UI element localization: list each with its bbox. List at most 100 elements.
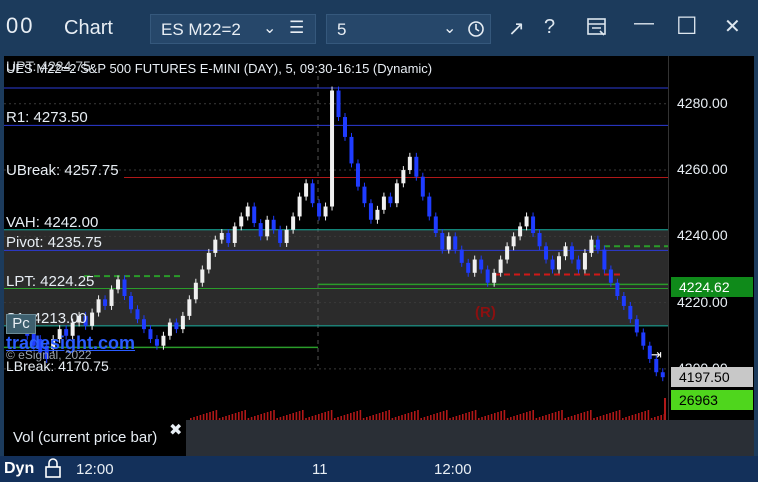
candle-body — [524, 216, 529, 227]
volume-bar — [503, 410, 506, 420]
candle-body — [226, 233, 231, 243]
volume-bar — [385, 411, 387, 420]
candle-body — [213, 239, 218, 253]
volume-bar — [410, 412, 413, 420]
volume-bar — [388, 410, 390, 420]
time-axis[interactable]: Dyn 12:00 11 12:00 — [0, 456, 758, 482]
candle-body — [544, 246, 549, 260]
symbol-value[interactable]: ES M22=2 — [161, 20, 241, 40]
candle-body — [304, 183, 309, 197]
candle-body — [154, 339, 159, 346]
candle-body — [161, 335, 166, 346]
app-icon: 00 — [6, 13, 35, 38]
candle-body — [453, 236, 458, 250]
candle-body — [407, 156, 412, 171]
volume-bar — [295, 412, 298, 420]
lock-icon[interactable] — [44, 458, 62, 478]
volume-bar — [321, 413, 323, 420]
volume-bar — [263, 413, 266, 420]
candle-body — [278, 229, 283, 243]
candle-body — [518, 226, 523, 237]
volume-bar — [641, 412, 643, 420]
price-chart[interactable]: UPT: 4284.75 UES M22=2 S&P 500 FUTURES E… — [4, 56, 668, 420]
level-label-pivot: Pivot: 4235.75 — [6, 234, 102, 252]
candle-body — [615, 282, 620, 296]
candle-body — [310, 183, 315, 204]
candle-body — [621, 296, 626, 306]
candle-body — [466, 262, 471, 273]
interval-selector[interactable]: 5 ⌄ — [326, 14, 491, 44]
volume-bar — [612, 412, 614, 420]
candle-body — [317, 203, 322, 217]
volume-bar — [465, 413, 467, 420]
candle-body — [330, 90, 335, 207]
candle-body — [167, 322, 172, 336]
candle-body — [401, 170, 406, 184]
candle-body — [116, 279, 121, 290]
candle-body — [271, 219, 276, 230]
candle-body — [511, 236, 516, 247]
help-icon[interactable]: ? — [544, 16, 555, 39]
candle-body — [122, 279, 127, 296]
last-price-tag: 4197.50 — [671, 367, 753, 388]
candle-body — [569, 246, 574, 260]
close-icon[interactable]: ✕ — [724, 14, 741, 39]
volume-bar — [244, 410, 246, 420]
layout-icon[interactable] — [586, 16, 608, 38]
volume-bar — [494, 413, 496, 420]
chevron-down-icon[interactable]: ⌄ — [263, 18, 276, 38]
volume-bar — [522, 413, 525, 420]
volume-bar — [558, 411, 560, 420]
minimize-icon[interactable]: — — [634, 12, 654, 35]
volume-legend-label: Vol (current price bar) — [13, 429, 158, 446]
candle-body — [206, 252, 211, 270]
price-axis[interactable]: 4280.004260.004240.004220.004200.00 4224… — [668, 56, 754, 420]
volume-bar — [529, 411, 531, 420]
close-volume-icon[interactable]: ✖ — [169, 420, 182, 440]
volume-bar — [382, 412, 384, 420]
candle-body — [576, 259, 581, 270]
pin-icon[interactable]: ↗ — [508, 16, 525, 41]
maximize-icon[interactable]: ☐ — [676, 12, 698, 41]
volume-bar — [526, 412, 528, 420]
volume-bar — [446, 410, 448, 420]
volume-bar — [266, 412, 269, 420]
candle-body — [628, 305, 633, 320]
volume-bar — [439, 412, 442, 420]
r-marker: (R) — [475, 304, 496, 321]
candle-body — [349, 136, 354, 164]
menu-icon[interactable]: ☰ — [289, 18, 304, 38]
candle-body — [219, 233, 224, 240]
price-tick-label: 4280.00 — [677, 94, 728, 111]
volume-bar — [327, 411, 330, 420]
pc-button[interactable]: Pc — [6, 314, 36, 334]
volume-bar — [664, 398, 666, 420]
candle-body — [446, 236, 451, 250]
volume-bar — [586, 411, 589, 420]
title-bar: 00 Chart ES M22=2 ⌄ ☰ 5 ⌄ ↗ ? — ☐ ✕ — [0, 0, 758, 56]
candle-body — [109, 289, 114, 306]
interval-value[interactable]: 5 — [337, 20, 346, 40]
candle-body — [563, 246, 568, 257]
volume-legend: Vol (current price bar) ✖ — [4, 420, 186, 456]
volume-bar — [206, 413, 208, 420]
candle-body — [589, 239, 594, 253]
scroll-to-end-icon[interactable]: ⇥ — [651, 347, 662, 363]
volume-bar — [554, 412, 557, 420]
volume-bar — [302, 410, 304, 420]
candle-body — [245, 206, 250, 217]
symbol-selector[interactable]: ES M22=2 ⌄ ☰ — [150, 14, 316, 44]
candle-body — [343, 117, 347, 137]
clock-icon[interactable] — [467, 20, 485, 38]
candle-body — [602, 249, 607, 270]
dyn-mode-label[interactable]: Dyn — [4, 460, 34, 478]
volume-bar — [209, 412, 211, 420]
candle-body — [420, 176, 425, 197]
candle-body — [433, 216, 438, 234]
volume-bar — [356, 411, 358, 420]
volume-pane-strip — [186, 420, 754, 456]
volume-bar — [468, 412, 470, 420]
chevron-down-icon[interactable]: ⌄ — [443, 18, 456, 38]
candle-body — [103, 299, 108, 306]
price-tick-label: 4240.00 — [677, 227, 728, 244]
